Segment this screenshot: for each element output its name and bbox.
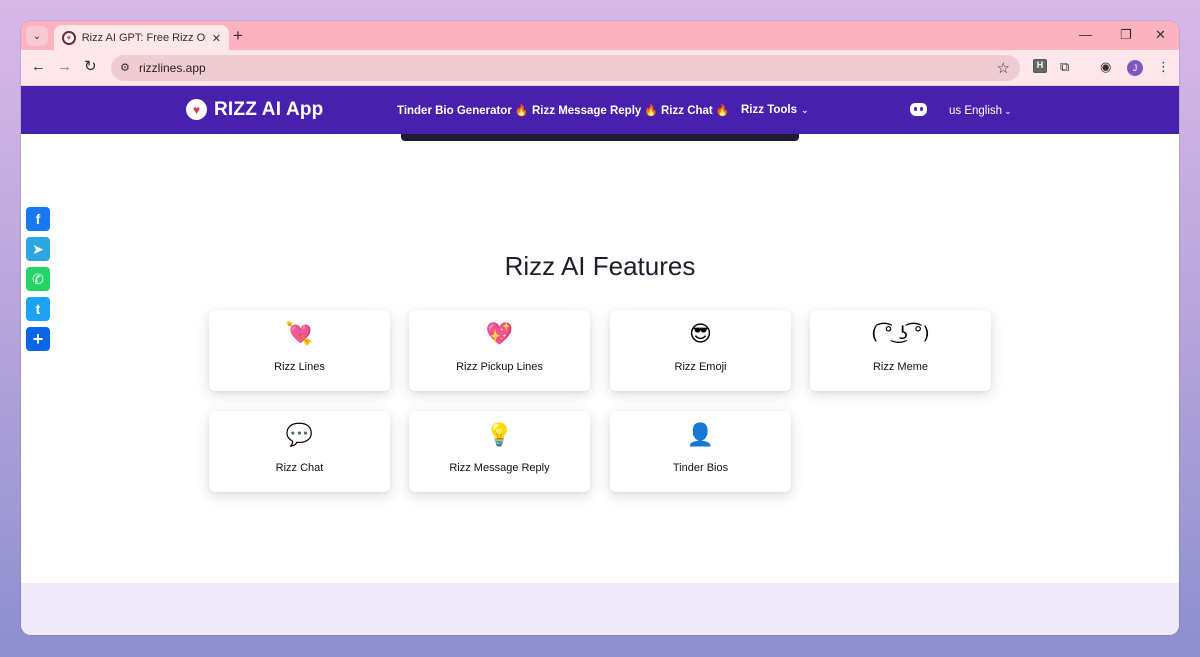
close-tab-icon[interactable]: ✕ [212, 32, 221, 45]
hero-bottom-strip [401, 134, 799, 141]
feature-label: Rizz Meme [872, 361, 928, 373]
nav-rizz-tools[interactable]: Rizz Tools ⌄ [741, 104, 809, 116]
section-title: Rizz AI Features [504, 251, 696, 281]
speech-balloon-icon: 💬 [285, 422, 314, 447]
facebook-share-icon[interactable]: f [26, 207, 50, 231]
feature-label: Rizz Lines [274, 361, 325, 373]
new-tab-button[interactable]: + [233, 26, 243, 46]
sparkling-heart-icon: 💖 [485, 321, 514, 346]
twitter-share-icon[interactable]: t [26, 297, 50, 321]
fire-icon: 🔥 [715, 105, 730, 117]
bookmark-star-icon[interactable]: ☆ [997, 59, 1010, 77]
feature-label: Rizz Emoji [674, 361, 727, 373]
share-plus-icon[interactable]: + [26, 327, 50, 351]
footer-band [21, 583, 1179, 635]
site-info-icon[interactable]: ⚙ [120, 61, 130, 74]
main-content: Rizz AI Features 💘 Rizz Lines 💖 Rizz Pic… [21, 134, 1179, 583]
nav-label: Rizz Message Reply [532, 105, 642, 117]
url-text: rizzlines.app [139, 61, 206, 75]
browser-toolbar: ← → ↻ ⚙ rizzlines.app ☆ H ⧉ ◉ J ⋮ [21, 50, 1179, 86]
feature-card-rizz-lines[interactable]: 💘 Rizz Lines [209, 310, 390, 391]
back-icon[interactable]: ← [31, 59, 46, 75]
close-window-icon[interactable]: ✕ [1155, 27, 1166, 43]
forward-icon[interactable]: → [57, 59, 72, 75]
feature-label: Rizz Chat [275, 462, 324, 474]
person-silhouette-icon: 👤 [686, 422, 715, 447]
tab-strip: ⌄ ♥ Rizz AI GPT: Free Rizz Online App ✕ … [21, 21, 1179, 51]
whatsapp-share-icon[interactable]: ✆ [26, 267, 50, 291]
tab-search-icon[interactable]: ⌄ [26, 26, 48, 46]
browser-tab[interactable]: ♥ Rizz AI GPT: Free Rizz Online App ✕ [54, 25, 229, 51]
nav-tinder-bio-generator[interactable]: Tinder Bio Generator 🔥 [397, 104, 529, 117]
chevron-down-icon: ⌄ [801, 105, 809, 115]
site-header: ♥ RIZZ AI App Tinder Bio Generator 🔥 Rizz… [21, 86, 1179, 134]
browser-window: ⌄ ♥ Rizz AI GPT: Free Rizz Online App ✕ … [21, 21, 1179, 635]
language-label: us English [949, 105, 1003, 117]
extension-h-icon[interactable]: H [1033, 59, 1047, 73]
sunglasses-face-icon: 😎 [689, 321, 712, 346]
nav-label: Rizz Chat [661, 105, 713, 117]
light-bulb-icon: 💡 [485, 422, 514, 447]
nav-rizz-message-reply[interactable]: Rizz Message Reply 🔥 [532, 104, 658, 117]
language-selector[interactable]: us English ⌄ [949, 105, 1012, 117]
feature-card-rizz-message-reply[interactable]: 💡 Rizz Message Reply [409, 411, 590, 492]
telegram-share-icon[interactable]: ➤ [26, 237, 50, 261]
address-bar[interactable]: ⚙ rizzlines.app ☆ [111, 55, 1020, 81]
feature-label: Tinder Bios [672, 462, 729, 474]
feature-card-rizz-chat[interactable]: 💬 Rizz Chat [209, 411, 390, 492]
copilot-icon[interactable]: ◉ [1100, 59, 1111, 75]
chevron-down-icon: ⌄ [1004, 106, 1012, 116]
extensions-puzzle-icon[interactable]: ⧉ [1060, 59, 1069, 75]
feature-label: Rizz Pickup Lines [456, 361, 543, 373]
feature-card-rizz-emoji[interactable]: 😎 Rizz Emoji [610, 310, 791, 391]
profile-avatar[interactable]: J [1127, 60, 1143, 76]
fire-icon: 🔥 [514, 105, 529, 117]
heart-arrow-icon: 💘 [285, 321, 314, 346]
feature-card-rizz-pickup-lines[interactable]: 💖 Rizz Pickup Lines [409, 310, 590, 391]
feature-card-tinder-bios[interactable]: 👤 Tinder Bios [610, 411, 791, 492]
logo-text[interactable]: RIZZ AI App [214, 99, 324, 121]
nav-label: Tinder Bio Generator [397, 105, 512, 117]
nav-label: Rizz Tools [741, 104, 798, 116]
nav-rizz-chat[interactable]: Rizz Chat 🔥 [661, 104, 729, 117]
discord-icon[interactable] [910, 103, 927, 116]
tab-title: Rizz AI GPT: Free Rizz Online App [81, 32, 206, 44]
minimize-icon[interactable]: — [1079, 27, 1092, 42]
feature-card-rizz-meme[interactable]: ( ͡° ͜ʖ ͡°) Rizz Meme [810, 310, 991, 391]
logo-heart-icon[interactable]: ♥ [186, 99, 207, 120]
fire-icon: 🔥 [644, 105, 658, 117]
favicon-icon: ♥ [62, 31, 76, 45]
restore-icon[interactable]: ❐ [1120, 27, 1132, 43]
feature-label: Rizz Message Reply [449, 462, 550, 474]
menu-dots-icon[interactable]: ⋮ [1157, 59, 1170, 75]
reload-icon[interactable]: ↻ [84, 59, 97, 75]
lenny-face-icon: ( ͡° ͜ʖ ͡°) [871, 323, 930, 344]
